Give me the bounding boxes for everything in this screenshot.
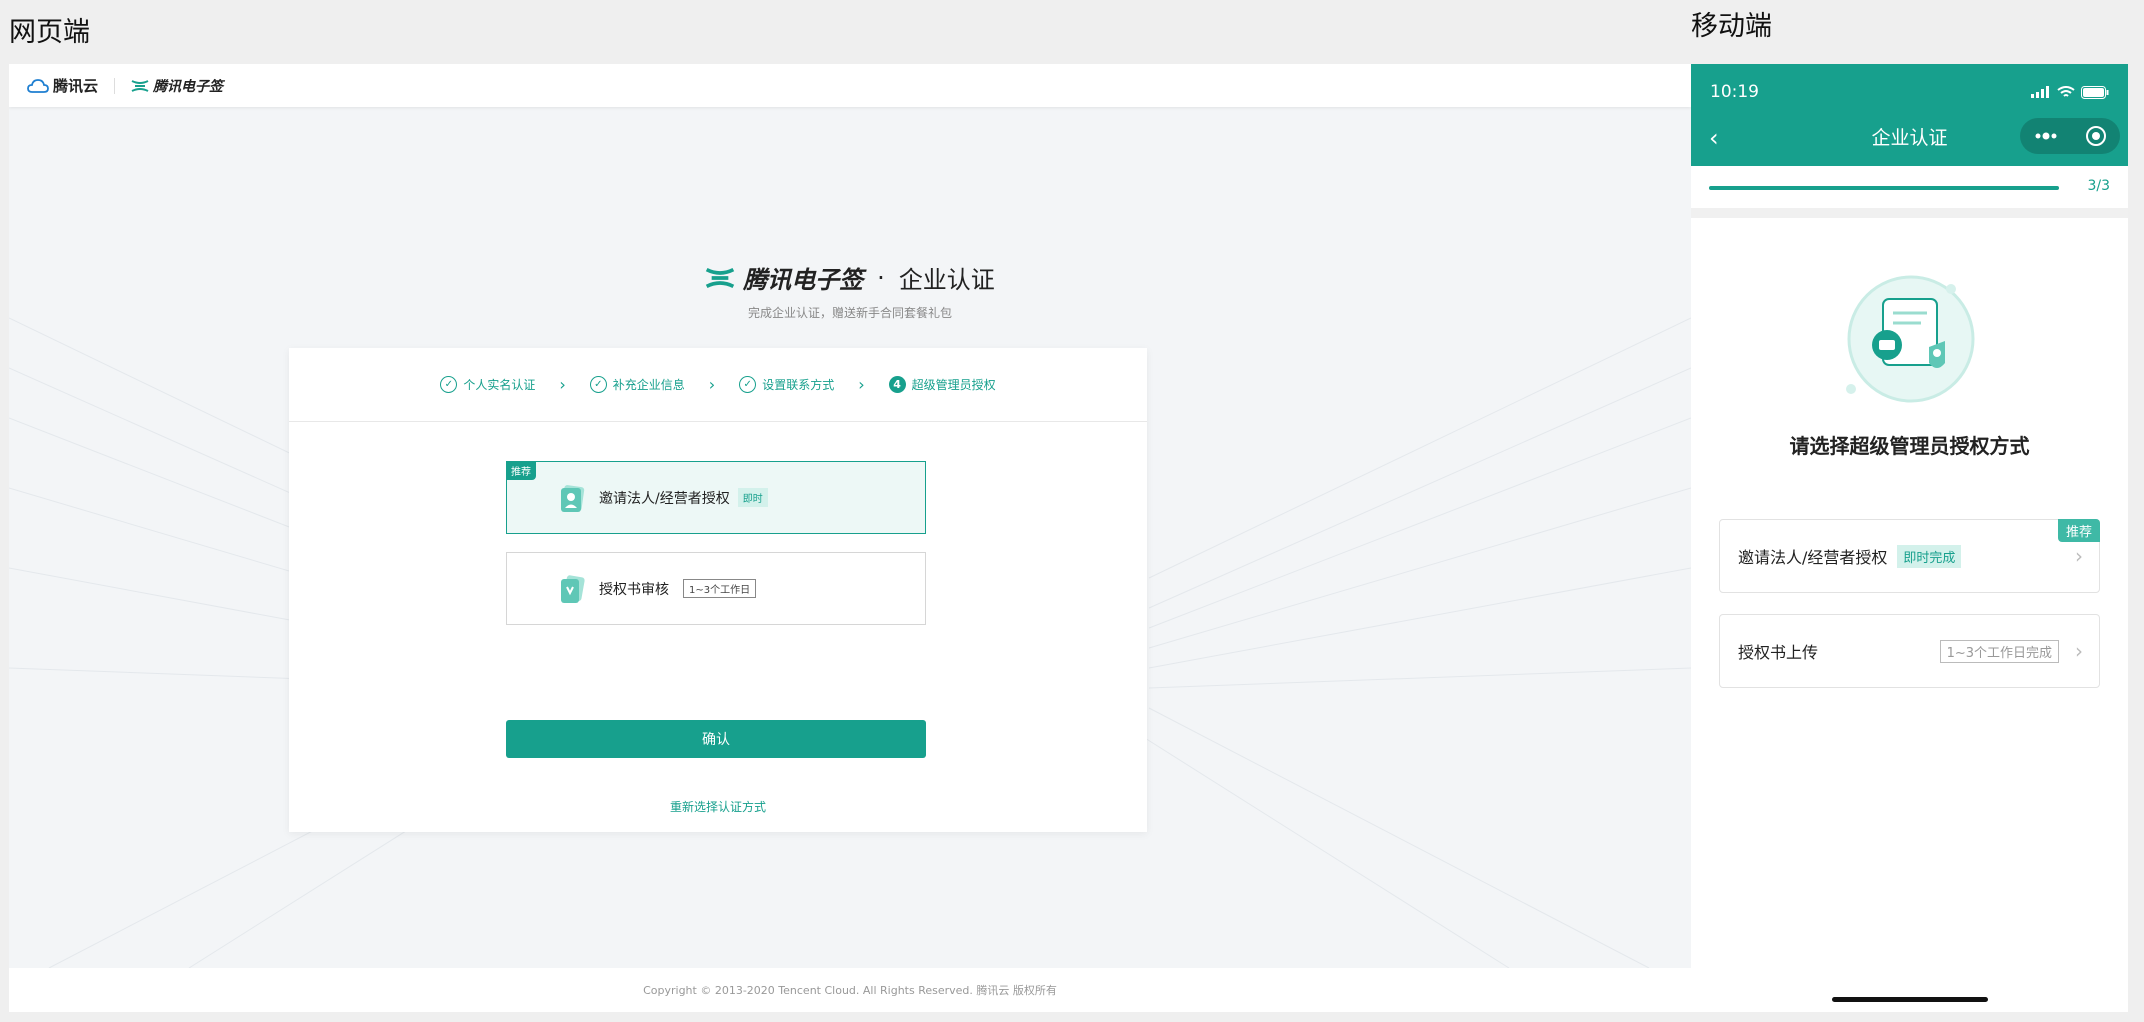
step-label: 超级管理员授权 bbox=[911, 378, 996, 392]
mobile-option-invite-legal-rep[interactable]: 推荐 邀请法人/经营者授权 即时完成 › bbox=[1719, 519, 2100, 593]
home-indicator bbox=[1832, 997, 1988, 1002]
option-label: 授权书审核 bbox=[599, 581, 669, 598]
cloud-icon bbox=[27, 78, 49, 93]
hero-subtitle: 完成企业认证，赠送新手合同套餐礼包 bbox=[747, 306, 952, 320]
auth-card: ✓ 个人实名认证 › ✓ 补充企业信息 › ✓ 设置联系方式 › 4 超级管理员… bbox=[289, 348, 1147, 832]
check-icon: ✓ bbox=[440, 376, 458, 393]
miniprogram-capsule bbox=[2020, 118, 2120, 154]
mobile-header: 10:19 ‹ 企业认证 bbox=[1691, 64, 2128, 166]
step-label: 个人实名认证 bbox=[463, 378, 536, 392]
option-label: 邀请法人/经营者授权 bbox=[1738, 548, 1888, 567]
mobile-option-upload-letter[interactable]: 授权书上传 1~3个工作日完成 › bbox=[1719, 614, 2100, 688]
option-invite-legal-rep[interactable]: 推荐 邀请法人/经营者授权 即时 bbox=[506, 461, 926, 534]
web-topbar: 腾讯云 腾讯电子签 bbox=[9, 64, 1691, 107]
section-divider bbox=[1691, 208, 2128, 218]
hero-separator: · bbox=[877, 263, 885, 292]
brand-divider bbox=[114, 77, 116, 94]
chevron-right-icon: › bbox=[2075, 639, 2083, 663]
signal-icon bbox=[2031, 86, 2049, 98]
status-icons bbox=[2031, 85, 2109, 99]
step-2: ✓ 补充企业信息 bbox=[589, 376, 685, 393]
step-3: ✓ 设置联系方式 bbox=[739, 376, 834, 393]
person-card-icon bbox=[561, 484, 585, 512]
wifi-icon bbox=[2057, 85, 2075, 97]
reselect-method-link[interactable]: 重新选择认证方式 bbox=[289, 798, 1147, 815]
option-tag: 即时完成 bbox=[1897, 544, 1962, 568]
hero-title: 腾讯电子签 · 企业认证 bbox=[9, 260, 1691, 295]
chevron-right-icon: › bbox=[2075, 544, 2083, 568]
chevron-right-icon: › bbox=[559, 375, 566, 394]
option-tag: 1~3个工作日完成 bbox=[1939, 639, 2059, 663]
option-label: 邀请法人/经营者授权 bbox=[599, 490, 730, 507]
esign-icon bbox=[131, 79, 149, 92]
web-screen: 腾讯云 腾讯电子签 腾讯电子签 · 企业认证 完成企业认证，赠送新手合同套餐礼包… bbox=[9, 64, 1691, 1012]
option-tag: 即时 bbox=[737, 488, 768, 507]
esign-logo[interactable]: 腾讯电子签 bbox=[131, 76, 223, 96]
step-1: ✓ 个人实名认证 bbox=[440, 376, 535, 393]
esign-brand-text: 腾讯电子签 bbox=[153, 78, 224, 95]
chevron-right-icon: › bbox=[858, 375, 865, 394]
chevron-right-icon: › bbox=[708, 375, 716, 394]
mobile-board-label: 移动端 bbox=[1691, 11, 1772, 42]
status-time: 10:19 bbox=[1710, 82, 1759, 102]
progress-fill bbox=[1709, 186, 2059, 190]
step-number: 4 bbox=[888, 376, 906, 393]
mobile-page-title: 请选择超级管理员授权方式 bbox=[1789, 434, 2030, 458]
close-target-icon[interactable] bbox=[2085, 125, 2107, 147]
option-authorization-letter[interactable]: 授权书审核 1~3个工作日 bbox=[506, 552, 926, 625]
option-label: 授权书上传 bbox=[1738, 643, 1819, 662]
progress-track bbox=[1709, 186, 2059, 190]
status-bar: 10:19 bbox=[1710, 82, 2109, 102]
step-label: 设置联系方式 bbox=[762, 378, 835, 392]
mobile-screen: 10:19 ‹ 企业认证 3/3 请选择超级管理员授权方式 推荐 邀请法人/经营… bbox=[1691, 64, 2128, 1012]
esign-icon bbox=[706, 267, 735, 288]
progress-text: 3/3 bbox=[2087, 178, 2110, 194]
admin-authorization-illustration bbox=[1846, 275, 1975, 403]
check-icon: ✓ bbox=[739, 376, 757, 393]
authorization-doc-icon bbox=[561, 574, 585, 603]
nav-bar: ‹ 企业认证 bbox=[1691, 116, 2128, 156]
cloud-brand-text: 腾讯云 bbox=[53, 77, 99, 95]
battery-icon bbox=[2081, 85, 2109, 99]
progress-section: 3/3 bbox=[1691, 166, 2128, 208]
recommend-badge: 推荐 bbox=[506, 461, 536, 480]
step-4: 4 超级管理员授权 bbox=[888, 376, 996, 393]
tencent-cloud-logo[interactable]: 腾讯云 bbox=[27, 75, 98, 96]
check-icon: ✓ bbox=[589, 376, 607, 393]
nav-title: 企业认证 bbox=[1871, 126, 1948, 149]
web-board-label: 网页端 bbox=[9, 17, 90, 48]
hero-brand: 腾讯电子签 bbox=[743, 266, 864, 294]
back-icon[interactable]: ‹ bbox=[1709, 124, 1719, 152]
recommend-badge: 推荐 bbox=[2057, 519, 2100, 542]
option-tag: 1~3个工作日 bbox=[683, 579, 757, 598]
confirm-button[interactable]: 确认 bbox=[506, 720, 926, 758]
hero-heading: 企业认证 bbox=[898, 266, 995, 294]
stepper: ✓ 个人实名认证 › ✓ 补充企业信息 › ✓ 设置联系方式 › 4 超级管理员… bbox=[289, 348, 1147, 422]
step-label: 补充企业信息 bbox=[612, 378, 685, 392]
more-dots-icon[interactable] bbox=[2034, 132, 2058, 140]
footer-copyright: Copyright © 2013-2020 Tencent Cloud. All… bbox=[9, 968, 1691, 1012]
